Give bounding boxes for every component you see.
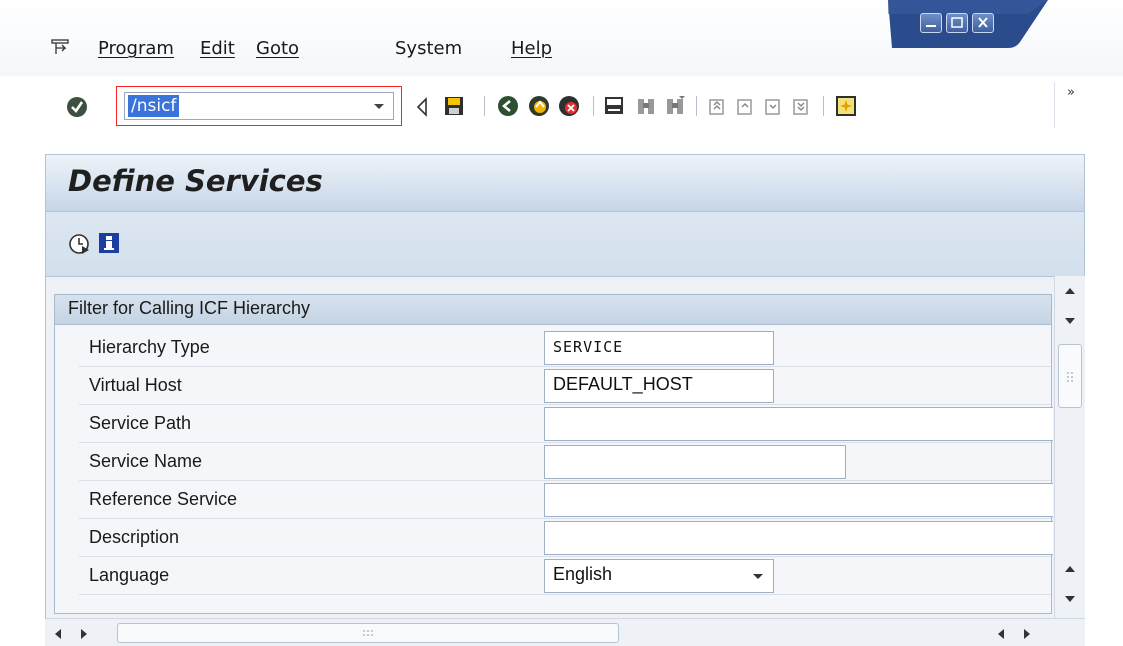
title-bar: Program Edit Goto System Help	[0, 0, 1123, 76]
enter-icon[interactable]	[66, 96, 88, 118]
chevron-down-icon[interactable]	[751, 569, 765, 583]
toolbar-separator	[823, 96, 824, 116]
page-title: Define Services	[68, 164, 323, 198]
save-icon[interactable]	[443, 95, 465, 117]
back-icon[interactable]	[497, 95, 519, 117]
grip-icon	[1067, 372, 1073, 382]
vertical-scroll-thumb[interactable]	[1058, 344, 1082, 408]
scroll-down-icon[interactable]	[1064, 594, 1076, 604]
horizontal-scroll-thumb[interactable]	[117, 623, 619, 643]
toolbar-separator	[484, 96, 485, 116]
vertical-scrollbar[interactable]	[1054, 276, 1085, 618]
description-label: Description	[89, 527, 180, 547]
scroll-left-icon[interactable]	[53, 628, 63, 640]
virtual-host-label: Virtual Host	[89, 375, 182, 395]
create-session-icon[interactable]	[834, 94, 858, 118]
screen-title-bar: Define Services	[45, 154, 1085, 212]
window-controls	[888, 0, 1048, 48]
reference-service-field[interactable]	[544, 483, 1053, 517]
language-dropdown[interactable]: English	[544, 559, 774, 593]
command-field[interactable]: /nsicf	[124, 92, 394, 120]
menu-help[interactable]: Help	[511, 38, 552, 59]
toolbar-separator	[696, 96, 697, 116]
toolbar-separator	[593, 96, 594, 116]
execute-icon[interactable]	[68, 232, 92, 256]
scroll-up-icon[interactable]	[1064, 564, 1076, 574]
service-name-field[interactable]	[544, 445, 846, 479]
menu-edit[interactable]: Edit	[200, 38, 235, 59]
hierarchy-type-label: Hierarchy Type	[89, 337, 210, 357]
scroll-up-icon[interactable]	[1064, 286, 1076, 296]
previous-page-icon[interactable]	[734, 95, 756, 117]
menu-icon[interactable]	[51, 39, 69, 55]
maximize-button[interactable]	[946, 13, 968, 33]
reference-service-label: Reference Service	[89, 489, 238, 509]
menu-system[interactable]: System	[395, 38, 462, 59]
exit-icon[interactable]	[528, 95, 550, 117]
find-icon[interactable]	[635, 95, 657, 117]
description-field[interactable]	[544, 521, 1053, 555]
print-icon[interactable]	[603, 95, 625, 117]
scroll-left-icon[interactable]	[996, 628, 1006, 640]
cancel-icon[interactable]	[558, 95, 580, 117]
service-name-label: Service Name	[89, 451, 203, 471]
language-label: Language	[89, 565, 170, 585]
first-page-icon[interactable]	[706, 95, 728, 117]
next-page-icon[interactable]	[762, 95, 784, 117]
close-button[interactable]	[972, 13, 994, 33]
command-field-value[interactable]: /nsicf	[128, 95, 180, 117]
toolbar-expand-button[interactable]: »	[1054, 82, 1087, 128]
minimize-button[interactable]	[920, 13, 942, 33]
service-path-label: Service Path	[89, 413, 192, 433]
find-next-icon[interactable]	[664, 95, 686, 117]
service-path-field[interactable]	[544, 407, 1053, 441]
grip-icon	[363, 630, 373, 636]
menu-program[interactable]: Program	[98, 38, 174, 59]
virtual-host-field[interactable]: DEFAULT_HOST	[544, 369, 774, 403]
language-dropdown-value: English	[553, 564, 613, 584]
application-toolbar	[45, 212, 1085, 276]
group-header: Filter for Calling ICF Hierarchy	[55, 295, 1051, 325]
hierarchy-type-field[interactable]: SERVICE	[544, 331, 774, 365]
scroll-right-icon[interactable]	[79, 628, 89, 640]
info-icon[interactable]	[98, 232, 120, 254]
scroll-right-icon[interactable]	[1022, 628, 1032, 640]
filter-group: Filter for Calling ICF Hierarchy Hierarc…	[54, 294, 1053, 614]
group-header-label: Filter for Calling ICF Hierarchy	[68, 298, 311, 318]
chevron-down-icon[interactable]	[369, 96, 389, 116]
scroll-down-icon[interactable]	[1064, 316, 1076, 326]
last-page-icon[interactable]	[790, 95, 812, 117]
menu-goto[interactable]: Goto	[256, 38, 299, 59]
horizontal-scrollbar[interactable]	[45, 618, 1085, 646]
back-arrow-icon[interactable]	[414, 96, 430, 118]
